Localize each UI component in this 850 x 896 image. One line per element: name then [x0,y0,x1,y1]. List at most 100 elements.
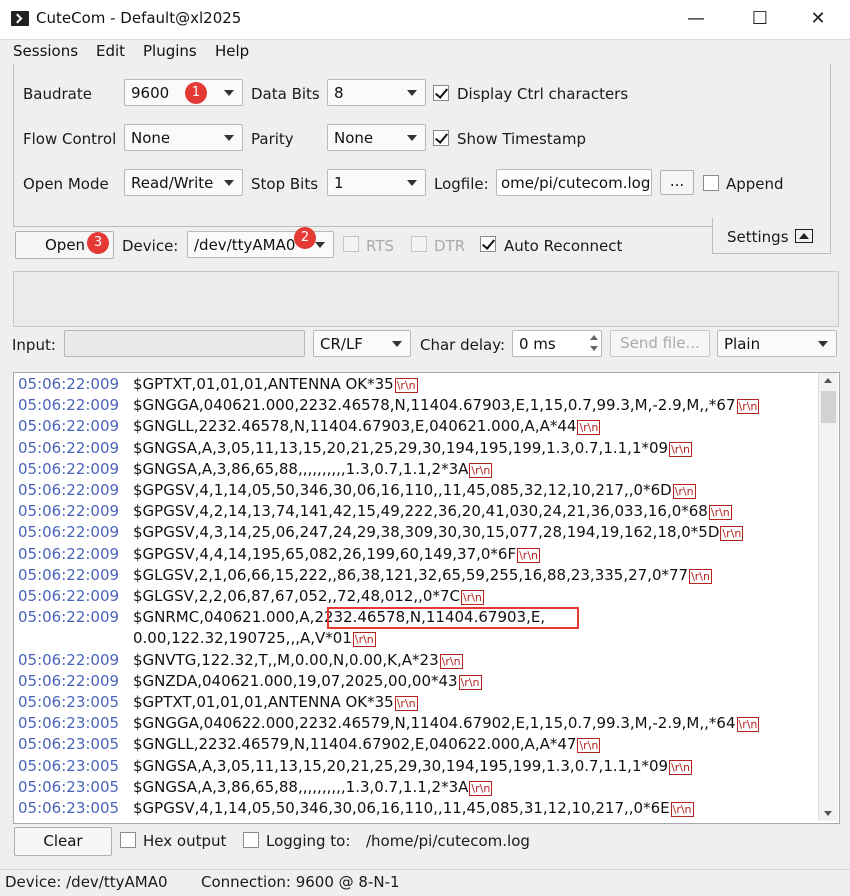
output-line: 05:06:22:009 $GNGSA,A,3,86,65,88,,,,,,,,,… [18,459,493,481]
device-value: /dev/ttyAMA0 [194,236,296,254]
output-view[interactable]: 05:06:22:009 $GPTXT,01,01,01,ANTENNA OK*3… [13,372,840,824]
scroll-up-icon[interactable] [824,378,832,383]
browse-logfile-button[interactable]: ... [660,170,694,195]
title-bar: CuteCom - Default@xl2025 — ☐ ✕ [0,0,850,40]
output-line: 05:06:22:009 $GPGSV,4,3,14,25,06,247,24,2… [18,523,744,544]
flow-control-select[interactable]: None [124,124,243,151]
line-timestamp: 05:06:22:009 [18,544,120,563]
status-device: Device: /dev/ttyAMA0 [5,873,168,891]
output-line: 05:06:22:009 $GLGSV,2,2,06,87,67,052,,72,… [18,587,484,608]
line-message: $GNGSA,A,3,86,65,88,,,,,,,,,,1.3,0.7,1.1… [133,777,469,796]
ctrl-char-glyph: \r\n [577,420,601,436]
rts-checkbox[interactable] [343,236,359,252]
line-timestamp: 05:06:22:009 [18,650,120,669]
settings-tab[interactable]: Settings [712,218,831,254]
line-timestamp: 05:06:23:005 [18,799,120,817]
line-message: $GPGSV,4,1,14,05,50,346,30,06,16,110,,11… [133,481,672,499]
flow-control-value: None [131,129,171,147]
send-file-button[interactable]: Send file... [610,330,710,357]
ctrl-char-glyph: \r\n [577,738,601,754]
chevron-down-icon [392,341,402,347]
append-checkbox[interactable] [703,175,719,191]
open-mode-label: Open Mode [23,175,109,193]
line-timestamp: 05:06:22:009 [18,396,120,415]
ctrl-char-glyph: \r\n [669,441,692,457]
line-timestamp: 05:06:22:009 [18,375,120,393]
chevron-down-icon [224,90,234,96]
hex-output-checkbox[interactable] [120,832,136,848]
line-timestamp: 05:06:23:005 [18,777,120,796]
line-message: $GPGSV,4,1,14,05,50,346,30,06,16,110,,11… [133,799,670,817]
open-mode-select[interactable]: Read/Write [124,169,243,196]
line-message: $GPGSV,4,2,14,13,74,141,42,15,49,222,36,… [133,502,708,521]
show-timestamp-checkbox[interactable] [433,130,449,146]
flow-control-label: Flow Control [23,130,117,148]
parity-value: None [334,129,374,147]
ctrl-char-glyph: \r\n [352,632,376,648]
chevron-down-icon [407,180,417,186]
ctrl-char-glyph: \r\n [672,484,696,499]
line-timestamp: 05:06:22:009 [18,459,120,478]
menu-plugins[interactable]: Plugins [143,42,197,60]
scrollbar-thumb[interactable] [821,391,836,423]
line-message: $GLGSV,2,1,06,66,15,222,,86,38,121,32,65… [133,565,689,584]
line-timestamp: 05:06:22:009 [18,523,120,542]
chevron-down-icon [407,135,417,141]
logfile-label: Logfile: [434,175,489,193]
line-message: $GNGLL,2232.46578,N,11404.67903,E,040621… [133,417,577,436]
ctrl-char-glyph: \r\n [736,399,760,415]
input-field[interactable] [64,330,305,357]
close-button[interactable]: ✕ [798,6,838,32]
databits-select[interactable]: 8 [327,79,426,106]
baudrate-select[interactable]: 9600 [124,79,243,106]
spin-down-icon[interactable] [590,346,598,351]
open-mode-value: Read/Write [131,174,214,192]
dtr-checkbox[interactable] [411,236,427,252]
line-message: $GNGSA,A,3,05,11,13,15,20,21,25,29,30,19… [133,438,669,457]
output-line: 05:06:22:009 $GPGSV,4,4,14,195,65,082,26,… [18,545,540,566]
logging-label: Logging to: [266,832,351,850]
line-message: $GNGSA,A,3,86,65,88,,,,,,,,,,1.3,0.7,1.1… [133,459,469,478]
display-ctrl-checkbox[interactable] [433,85,449,101]
minimize-button[interactable]: — [676,6,716,32]
output-line: 05:06:22:009 $GNGLL,2232.46578,N,11404.67… [18,417,601,438]
line-message: $GPGSV,4,4,14,195,65,082,26,199,60,149,3… [133,544,517,563]
maximize-button[interactable]: ☐ [740,6,780,32]
line-message: $GNGGA,040622.000,2232.46579,N,11404.679… [133,714,736,733]
ctrl-char-glyph: \r\n [670,802,694,817]
output-line: 05:06:23:005 $GNGGA,040622.000,2232.46579… [18,714,760,735]
auto-reconnect-checkbox[interactable] [480,236,496,252]
menu-sessions[interactable]: Sessions [13,42,78,60]
line-message: $GNGLL,2232.46579,N,11404.67902,E,040622… [133,735,577,754]
line-end-select[interactable]: CR/LF [313,330,411,357]
ctrl-char-glyph: \r\n [439,653,463,669]
char-delay-spinbox[interactable]: 0 ms [512,330,602,357]
menu-edit[interactable]: Edit [96,42,125,60]
stop-bits-label: Stop Bits [251,175,319,193]
device-label: Device: [122,237,179,255]
append-label: Append [726,175,784,193]
chevron-down-icon [224,135,234,141]
annotation-badge-3: 3 [87,232,109,254]
format-select[interactable]: Plain [717,330,837,357]
stop-bits-select[interactable]: 1 [327,169,426,196]
ctrl-char-glyph: \r\n [469,462,493,478]
logging-checkbox[interactable] [243,832,259,848]
spin-up-icon[interactable] [590,335,598,340]
scroll-down-icon[interactable] [824,811,832,816]
logfile-input[interactable]: ome/pi/cutecom.log [496,169,652,196]
rts-label: RTS [366,237,395,255]
line-timestamp: 05:06:22:009 [18,481,120,499]
ctrl-char-glyph: \r\n [736,717,760,733]
clear-button[interactable]: Clear [14,827,112,856]
status-connection: Connection: 9600 @ 8-N-1 [201,873,400,891]
vertical-scrollbar[interactable] [818,373,838,821]
stop-bits-value: 1 [334,174,344,192]
parity-select[interactable]: None [327,124,426,151]
line-message: $GNZDA,040621.000,19,07,2025,00,00*43 [133,671,458,690]
line-timestamp: 05:06:22:009 [18,565,120,584]
menu-help[interactable]: Help [215,42,249,60]
logging-path: /home/pi/cutecom.log [366,832,530,850]
databits-value: 8 [334,84,344,102]
line-timestamp: 05:06:22:009 [18,608,120,627]
